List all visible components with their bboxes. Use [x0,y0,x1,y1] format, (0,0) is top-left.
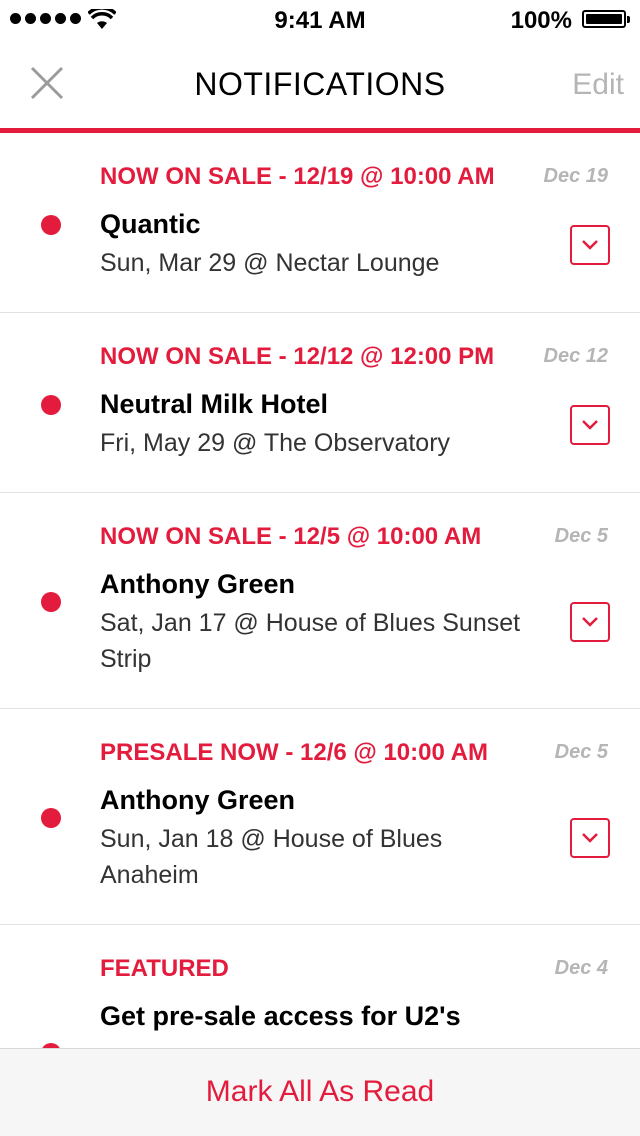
notification-title: PRESALE NOW - 12/6 @ 10:00 AM [100,739,488,766]
notification-artist: Neutral Milk Hotel [100,389,329,419]
notification-artist: Quantic [100,209,201,239]
notification-detail: Fri, May 29 @ The Observatory [100,429,451,457]
notification-item[interactable]: NOW ON SALE - 12/5 @ 10:00 AM Dec 5 Anth… [0,493,640,709]
page-title: NOTIFICATIONS [194,66,446,102]
battery-fill [586,14,622,24]
battery-percentage: 100% [510,7,572,34]
unread-dot [41,808,61,828]
notification-artist: Anthony Green [100,785,296,815]
chevron-down-icon [582,240,598,250]
chevron-down-icon [582,833,598,843]
notification-item[interactable]: PRESALE NOW - 12/6 @ 10:00 AM Dec 5 Anth… [0,709,640,925]
notification-date: Dec 4 [554,957,608,979]
notification-detail: Sun, Jan 18 @ House of Blues Anaheim [100,825,443,889]
notification-item[interactable]: FEATURED Dec 4 Get pre-sale access for U… [0,925,640,1048]
chevron-down-icon [582,617,598,627]
notification-item[interactable]: NOW ON SALE - 12/12 @ 12:00 PM Dec 12 Ne… [0,313,640,493]
notification-date: Dec 5 [554,741,608,763]
unread-dot [41,215,61,235]
mark-all-read-button[interactable]: Mark All As Read [0,1075,640,1109]
notification-artist: Anthony Green [100,569,296,599]
expand-button[interactable] [570,602,610,642]
expand-button[interactable] [570,818,610,858]
battery-icon [582,10,630,28]
notification-title: FEATURED [100,955,229,982]
notification-date: Dec 12 [543,345,609,367]
unread-dot [41,395,61,415]
notification-detail: Sat, Jan 17 @ House of Blues Sunset Stri… [100,609,521,673]
notification-title: NOW ON SALE - 12/19 @ 10:00 AM [100,163,495,190]
chevron-down-icon [582,420,598,430]
edit-button[interactable]: Edit [572,68,624,102]
unread-dot [41,592,61,612]
notification-artist: Get pre-sale access for U2's [100,1001,461,1031]
notification-title: NOW ON SALE - 12/12 @ 12:00 PM [100,343,495,370]
expand-button[interactable] [570,405,610,445]
notification-list[interactable]: NOW ON SALE - 12/19 @ 10:00 AM Dec 19 Qu… [0,133,640,1048]
notification-item[interactable]: NOW ON SALE - 12/19 @ 10:00 AM Dec 19 Qu… [0,133,640,313]
expand-button[interactable] [570,225,610,265]
notification-detail: Sun, Mar 29 @ Nectar Lounge [100,249,440,277]
status-bar: 9:41 AM 100% [0,0,640,40]
notification-title: NOW ON SALE - 12/5 @ 10:00 AM [100,523,482,550]
notification-date: Dec 19 [543,165,609,187]
footer-bar: Mark All As Read [0,1048,640,1136]
notification-date: Dec 5 [554,525,608,547]
navigation-bar: NOTIFICATIONS Edit [0,40,640,128]
